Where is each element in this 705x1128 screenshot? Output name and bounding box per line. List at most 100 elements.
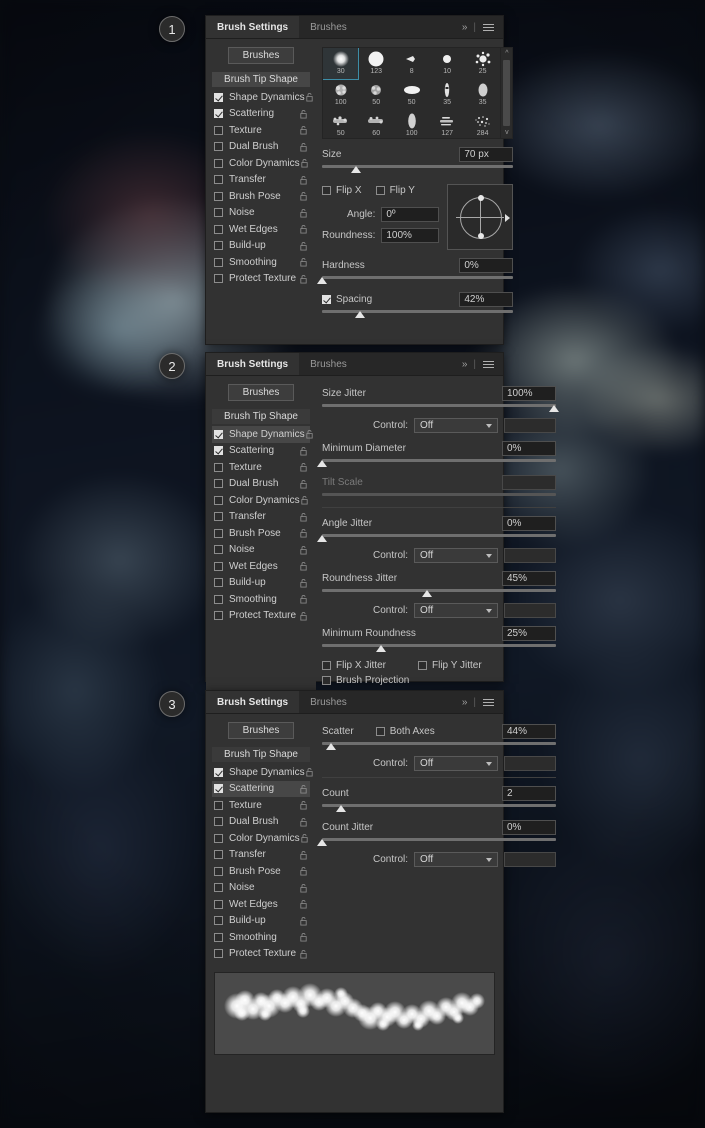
brush-preset[interactable]: 60	[358, 110, 393, 138]
option-brush-pose[interactable]: Brush Pose	[212, 188, 310, 205]
checkbox-color-dynamics[interactable]	[214, 833, 223, 843]
lock-open-icon[interactable]	[299, 916, 308, 926]
angle-jitter-slider[interactable]	[317, 532, 556, 542]
option-brush-tip-shape[interactable]: Brush Tip Shape	[212, 409, 310, 424]
checkbox-noise[interactable]	[214, 545, 223, 555]
lock-open-icon[interactable]	[299, 883, 308, 893]
slider-knob[interactable]	[335, 805, 346, 812]
checkbox-texture[interactable]	[214, 800, 223, 810]
control-tail-field[interactable]	[504, 603, 556, 618]
brushes-button[interactable]: Brushes	[228, 384, 294, 401]
size-slider[interactable]	[322, 163, 514, 173]
lock-open-icon[interactable]	[299, 274, 308, 284]
checkbox-box[interactable]	[322, 185, 331, 195]
checkbox-transfer[interactable]	[214, 512, 223, 522]
checkbox-brush-pose[interactable]	[214, 866, 223, 876]
option-dual-brush[interactable]: Dual Brush	[212, 139, 310, 156]
control-dropdown[interactable]: Off	[414, 603, 498, 618]
control-tail-field[interactable]	[504, 852, 556, 867]
brushes-button[interactable]: Brushes	[228, 722, 294, 739]
checkbox-box[interactable]	[322, 294, 331, 304]
lock-open-icon[interactable]	[300, 158, 309, 168]
tab-brush-settings[interactable]: Brush Settings	[206, 16, 300, 38]
checkbox-wet-edges[interactable]	[214, 899, 223, 909]
panel-menu-icon[interactable]	[483, 697, 494, 708]
option-build-up[interactable]: Build-up	[212, 913, 310, 930]
checkbox-dual-brush[interactable]	[214, 479, 223, 489]
brush-preset[interactable]: 100	[394, 110, 429, 138]
count-jitter-input[interactable]: 0%	[502, 819, 556, 835]
lock-open-icon[interactable]	[299, 446, 308, 456]
option-smoothing[interactable]: Smoothing	[212, 929, 310, 946]
hardness-slider[interactable]	[317, 274, 514, 284]
slider-knob[interactable]	[317, 460, 327, 467]
option-noise[interactable]: Noise	[212, 542, 310, 559]
checkbox-smoothing[interactable]	[214, 932, 223, 942]
option-brush-tip-shape[interactable]: Brush Tip Shape	[212, 747, 310, 762]
spacing-checkbox[interactable]: Spacing	[322, 294, 372, 305]
option-texture[interactable]: Texture	[212, 122, 310, 139]
slider-knob[interactable]	[375, 645, 386, 652]
lock-open-icon[interactable]	[299, 224, 308, 234]
option-smoothing[interactable]: Smoothing	[212, 254, 310, 271]
checkbox-build-up[interactable]	[214, 916, 223, 926]
tab-brush-settings[interactable]: Brush Settings	[206, 691, 300, 713]
option-build-up[interactable]: Build-up	[212, 575, 310, 592]
checkbox-color-dynamics[interactable]	[214, 158, 223, 168]
preset-scrollbar[interactable]: ^ v	[500, 48, 513, 138]
lock-open-icon[interactable]	[305, 767, 314, 777]
tab-brushes[interactable]: Brushes	[299, 353, 358, 375]
checkbox-texture[interactable]	[214, 125, 223, 135]
lock-open-icon[interactable]	[299, 241, 308, 251]
brush-projection-checkbox[interactable]: Brush Projection	[322, 675, 409, 686]
checkbox-shape-dynamics[interactable]	[214, 767, 223, 777]
option-transfer[interactable]: Transfer	[212, 172, 310, 189]
lock-open-icon[interactable]	[299, 899, 308, 909]
brush-preset[interactable]: 30	[323, 48, 360, 80]
lock-open-icon[interactable]	[299, 817, 308, 827]
brush-preset[interactable]: 10	[429, 48, 464, 79]
count-jitter-slider[interactable]	[317, 836, 556, 846]
panel-menu-icon[interactable]	[483, 22, 494, 33]
option-smoothing[interactable]: Smoothing	[212, 591, 310, 608]
brush-preset[interactable]: 50	[394, 79, 429, 110]
checkbox-scattering[interactable]	[214, 784, 223, 794]
option-transfer[interactable]: Transfer	[212, 847, 310, 864]
option-texture[interactable]: Texture	[212, 459, 310, 476]
flip-x-jitter-checkbox[interactable]: Flip X Jitter	[322, 660, 418, 671]
lock-open-icon[interactable]	[299, 949, 308, 959]
option-shape-dynamics[interactable]: Shape Dynamics	[212, 89, 313, 106]
slider-knob[interactable]	[317, 839, 327, 846]
lock-open-icon[interactable]	[299, 142, 308, 152]
control-dropdown[interactable]: Off	[414, 418, 498, 433]
panel-menu-icon[interactable]	[483, 359, 494, 370]
hardness-value-input[interactable]: 0%	[459, 257, 514, 273]
checkbox-dual-brush[interactable]	[214, 142, 223, 152]
checkbox-box[interactable]	[375, 726, 385, 736]
option-color-dynamics[interactable]: Color Dynamics	[212, 155, 310, 172]
checkbox-noise[interactable]	[214, 883, 223, 893]
checkbox-smoothing[interactable]	[214, 257, 223, 267]
checkbox-dual-brush[interactable]	[214, 817, 223, 827]
slider-knob[interactable]	[351, 166, 362, 173]
brush-preset[interactable]: 50	[358, 79, 393, 110]
option-brush-tip-shape[interactable]: Brush Tip Shape	[212, 72, 310, 87]
spacing-slider[interactable]	[322, 308, 514, 318]
brush-preset[interactable]: 35	[465, 79, 500, 110]
option-color-dynamics[interactable]: Color Dynamics	[212, 492, 310, 509]
lock-open-icon[interactable]	[299, 850, 308, 860]
slider-knob[interactable]	[355, 311, 366, 318]
lock-open-icon[interactable]	[300, 495, 309, 505]
lock-open-icon[interactable]	[299, 208, 308, 218]
checkbox-protect-texture[interactable]	[214, 611, 223, 621]
option-scattering[interactable]: Scattering	[212, 443, 310, 460]
lock-open-icon[interactable]	[299, 462, 308, 472]
checkbox-transfer[interactable]	[214, 175, 223, 185]
slider-knob[interactable]	[422, 590, 433, 597]
brush-preset[interactable]: 8	[394, 48, 429, 79]
count-slider[interactable]	[322, 802, 556, 812]
option-noise[interactable]: Noise	[212, 205, 310, 222]
size-jitter-slider[interactable]	[322, 402, 559, 412]
option-protect-texture[interactable]: Protect Texture	[212, 271, 310, 288]
slider-knob[interactable]	[548, 405, 559, 412]
